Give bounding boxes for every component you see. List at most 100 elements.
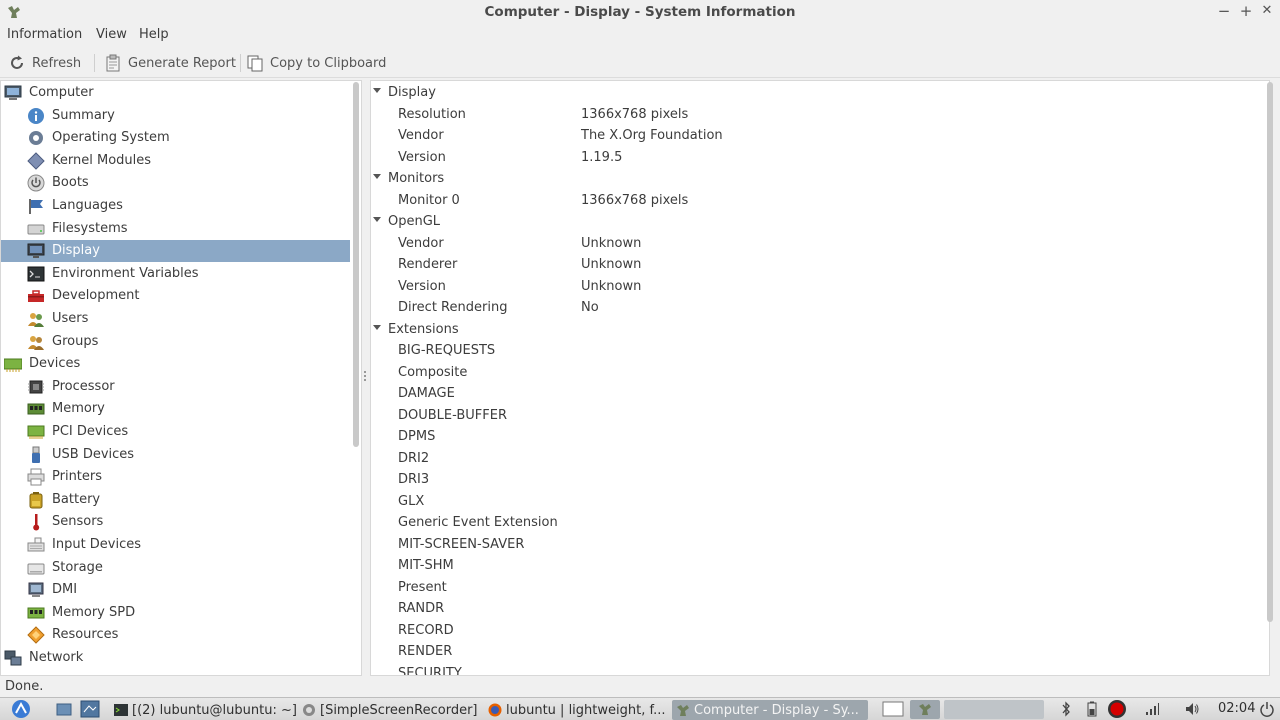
- sidebar-item-network[interactable]: Network: [1, 647, 350, 669]
- section-header[interactable]: OpenGL: [371, 211, 1251, 232]
- close-button[interactable]: ✕: [1258, 2, 1276, 20]
- category-tree[interactable]: Computer Summary Operating System Kernel Mo…: [0, 80, 362, 676]
- volume-icon[interactable]: [1184, 701, 1200, 717]
- info-row[interactable]: BIG-REQUESTS: [371, 340, 1251, 361]
- section-header[interactable]: Display: [371, 82, 1251, 103]
- info-row[interactable]: DOUBLE-BUFFER: [371, 405, 1251, 426]
- info-row[interactable]: Composite: [371, 362, 1251, 383]
- menu-information[interactable]: Information: [7, 27, 82, 42]
- task-label: [SimpleScreenRecorder]: [320, 702, 478, 718]
- sidebar-item-boots[interactable]: Boots: [1, 172, 350, 194]
- workspace-1[interactable]: [910, 700, 940, 719]
- bluetooth-icon[interactable]: [1058, 701, 1074, 717]
- sidebar-item-sensors[interactable]: Sensors: [1, 511, 350, 533]
- sidebar-item-battery[interactable]: Battery: [1, 489, 350, 511]
- sidebar-item-filesystems[interactable]: Filesystems: [1, 218, 350, 240]
- sidebar-item-development[interactable]: Development: [1, 285, 350, 307]
- sidebar-item-display[interactable]: Display: [1, 240, 350, 263]
- sidebar-item-environment-variables[interactable]: Environment Variables: [1, 263, 350, 285]
- task-screen-recorder[interactable]: [SimpleScreenRecorder]: [298, 700, 480, 720]
- info-row[interactable]: Present: [371, 577, 1251, 598]
- sidebar-item-processor[interactable]: Processor: [1, 376, 350, 398]
- info-row[interactable]: GLX: [371, 491, 1251, 512]
- refresh-button[interactable]: Refresh: [8, 52, 81, 74]
- info-row[interactable]: Monitor 0 1366x768 pixels: [371, 190, 1251, 211]
- copy-clipboard-button[interactable]: Copy to Clipboard: [246, 52, 386, 74]
- sidebar-item-groups[interactable]: Groups: [1, 331, 350, 353]
- sidebar-item-input-devices[interactable]: Input Devices: [1, 534, 350, 556]
- sidebar-item-label: Operating System: [52, 130, 170, 146]
- sidebar-item-storage[interactable]: Storage: [1, 557, 350, 579]
- info-row[interactable]: Version Unknown: [371, 276, 1251, 297]
- task-terminal[interactable]: [(2) lubuntu@lubuntu: ~]: [110, 700, 298, 720]
- info-row[interactable]: SECURITY: [371, 663, 1251, 676]
- menu-help[interactable]: Help: [139, 27, 169, 42]
- pane-splitter[interactable]: [363, 370, 367, 384]
- section-header[interactable]: Monitors: [371, 168, 1251, 189]
- info-row[interactable]: DRI2: [371, 448, 1251, 469]
- sidebar-scrollbar[interactable]: [353, 82, 359, 447]
- clock[interactable]: 02:04: [1218, 701, 1255, 716]
- hardinfo-icon: [919, 704, 931, 715]
- info-key: Direct Rendering: [398, 300, 508, 315]
- network-signal-icon[interactable]: [1144, 701, 1160, 717]
- workspace-pager[interactable]: [944, 700, 1044, 719]
- expander-triangle-icon[interactable]: [373, 88, 381, 93]
- sidebar-item-operating-system[interactable]: Operating System: [1, 127, 350, 149]
- info-row[interactable]: Version 1.19.5: [371, 147, 1251, 168]
- info-row[interactable]: Direct Rendering No: [371, 297, 1251, 318]
- sidebar-item-label: Battery: [52, 491, 101, 507]
- info-row[interactable]: DAMAGE: [371, 383, 1251, 404]
- minimize-button[interactable]: −: [1215, 2, 1233, 20]
- power-icon[interactable]: [1259, 701, 1275, 717]
- info-row[interactable]: DRI3: [371, 469, 1251, 490]
- sidebar-item-computer[interactable]: Computer: [1, 82, 350, 104]
- memory-icon: [27, 403, 45, 415]
- info-row[interactable]: MIT-SHM: [371, 555, 1251, 576]
- info-row[interactable]: Generic Event Extension: [371, 512, 1251, 533]
- record-icon[interactable]: [1107, 699, 1127, 719]
- flag-icon: [29, 199, 43, 214]
- content-scrollbar[interactable]: [1267, 82, 1273, 622]
- sidebar-item-usb-devices[interactable]: USB Devices: [1, 444, 350, 466]
- generate-report-button[interactable]: Generate Report: [104, 52, 236, 74]
- info-row[interactable]: DPMS: [371, 426, 1251, 447]
- sidebar-item-devices[interactable]: Devices: [1, 353, 350, 375]
- sidebar-item-pci-devices[interactable]: PCI Devices: [1, 421, 350, 443]
- sidebar-item-label: Boots: [52, 175, 89, 191]
- show-desktop-icon[interactable]: [882, 700, 904, 718]
- expander-triangle-icon[interactable]: [373, 217, 381, 222]
- expander-triangle-icon[interactable]: [373, 324, 381, 330]
- info-row[interactable]: RENDER: [371, 641, 1251, 662]
- file-manager-icon[interactable]: [56, 701, 72, 717]
- sidebar-item-memory[interactable]: Memory: [1, 398, 350, 420]
- sidebar-item-memory-spd[interactable]: Memory SPD: [1, 602, 350, 624]
- sidebar-item-summary[interactable]: Summary: [1, 105, 350, 127]
- info-row[interactable]: RECORD: [371, 620, 1251, 641]
- menu-view[interactable]: View: [96, 27, 127, 42]
- info-row[interactable]: Resolution 1366x768 pixels: [371, 104, 1251, 125]
- info-row[interactable]: MIT-SCREEN-SAVER: [371, 534, 1251, 555]
- info-row[interactable]: RANDR: [371, 598, 1251, 619]
- sidebar-item-kernel-modules[interactable]: Kernel Modules: [1, 150, 350, 172]
- desktop-switch-icon[interactable]: [80, 700, 100, 718]
- maximize-button[interactable]: +: [1237, 2, 1255, 20]
- info-row[interactable]: Renderer Unknown: [371, 254, 1251, 275]
- start-menu-icon[interactable]: [10, 699, 32, 719]
- task-system-information[interactable]: Computer - Display - Sy...: [672, 700, 868, 720]
- sidebar-item-printers[interactable]: Printers: [1, 466, 350, 488]
- info-row[interactable]: Vendor The X.Org Foundation: [371, 125, 1251, 146]
- info-row[interactable]: Vendor Unknown: [371, 233, 1251, 254]
- sidebar-item-dmi[interactable]: DMI: [1, 579, 350, 601]
- sidebar-item-users[interactable]: Users: [1, 308, 350, 330]
- info-icon: [28, 107, 44, 124]
- expander-triangle-icon[interactable]: [373, 174, 381, 179]
- info-key: Composite: [398, 364, 468, 380]
- sidebar-item-resources[interactable]: Resources: [1, 624, 350, 646]
- task-firefox[interactable]: lubuntu | lightweight, f...: [484, 700, 670, 720]
- battery-icon[interactable]: [1084, 701, 1100, 717]
- sidebar-item-languages[interactable]: Languages: [1, 195, 350, 217]
- section-header[interactable]: Extensions: [371, 319, 1251, 340]
- terminal-icon: [114, 704, 128, 716]
- sidebar-item-label: Resources: [52, 627, 119, 643]
